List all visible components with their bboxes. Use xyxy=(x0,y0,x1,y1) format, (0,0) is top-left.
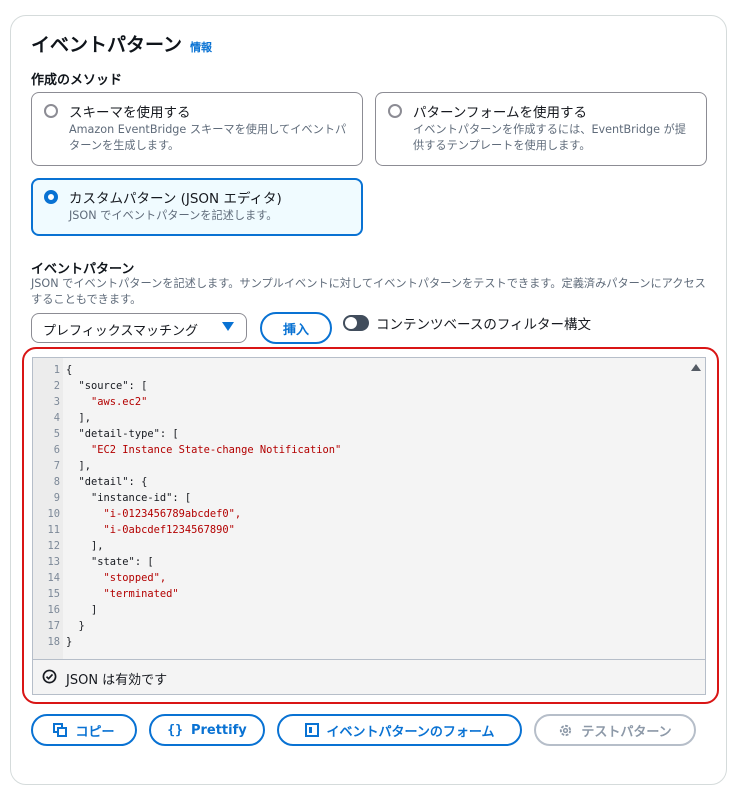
option-tile-pattern-form[interactable]: パターンフォームを使用する イベントパターンを作成するには、EventBridg… xyxy=(375,92,707,166)
code-text: ], xyxy=(66,540,104,552)
line-number: 3 xyxy=(53,396,60,408)
code-line: 14 "stopped", xyxy=(33,570,166,586)
code-line: 12 ], xyxy=(33,538,104,554)
copy-label: コピー xyxy=(75,724,115,740)
code-line: 10 "i-0123456789abcdef0", xyxy=(33,506,241,522)
option-description-pattern-form: イベントパターンを作成するには、EventBridge が提供するテンプレートを… xyxy=(413,123,686,152)
line-number: 11 xyxy=(47,524,60,536)
line-number: 10 xyxy=(47,508,60,520)
line-number: 18 xyxy=(47,636,60,648)
title-row: イベントパターン 情報 xyxy=(31,30,212,57)
test-pattern-label: テストパターン xyxy=(581,724,672,740)
code-line: 5 "detail-type": [ xyxy=(33,426,179,442)
info-link[interactable]: 情報 xyxy=(190,39,212,55)
code-text: } xyxy=(66,636,73,648)
braces-icon: {} xyxy=(167,722,183,738)
creation-method-label: 作成のメソッド xyxy=(31,73,123,88)
validation-status: JSON は有効です xyxy=(66,673,168,688)
form-icon xyxy=(304,723,319,737)
content-filter-toggle-label: コンテンツベースのフィルター構文 xyxy=(376,317,592,333)
prettify-label: Prettify xyxy=(190,722,247,738)
insert-button[interactable]: 挿入 xyxy=(260,312,332,344)
option-description-schema: Amazon EventBridge スキーマを使用してイベントパターンを生成し… xyxy=(69,123,347,152)
select-value: プレフィックスマッチング xyxy=(43,324,198,339)
code-line: 7 ], xyxy=(33,458,91,474)
radio-pattern-form[interactable] xyxy=(388,104,402,118)
code-line: 2 "source": [ xyxy=(33,378,148,394)
code-line: 11 "i-0abcdef1234567890" xyxy=(33,522,235,538)
code-line: 4 ], xyxy=(33,410,91,426)
code-line: 8 "detail": { xyxy=(33,474,148,490)
copy-icon xyxy=(53,723,68,737)
line-number: 9 xyxy=(53,492,60,504)
code-line: 15 "terminated" xyxy=(33,586,179,602)
copy-button[interactable]: コピー xyxy=(31,714,137,746)
caret-down-icon xyxy=(222,322,234,331)
code-line: 6 "EC2 Instance State-change Notificatio… xyxy=(33,442,342,458)
code-text: "state": [ xyxy=(66,556,154,568)
prefix-matching-select[interactable]: プレフィックスマッチング xyxy=(31,313,247,343)
line-number: 15 xyxy=(47,588,60,600)
code-text: "i-0abcdef1234567890" xyxy=(66,524,235,536)
code-line: 13 "state": [ xyxy=(33,554,154,570)
line-number: 7 xyxy=(53,460,60,472)
content-filter-toggle[interactable] xyxy=(343,315,369,331)
code-text: ] xyxy=(66,604,98,616)
line-number: 16 xyxy=(47,604,60,616)
json-editor[interactable]: 1{2 "source": [3 "aws.ec2" 4 ], 5 "detail-… xyxy=(32,357,706,659)
check-circle-icon xyxy=(42,669,57,684)
line-number: 4 xyxy=(53,412,60,424)
code-text: "source": [ xyxy=(66,380,148,392)
line-number: 5 xyxy=(53,428,60,440)
code-text: "detail-type": [ xyxy=(66,428,179,440)
line-number: 6 xyxy=(53,444,60,456)
option-tile-schema[interactable]: スキーマを使用する Amazon EventBridge スキーマを使用してイベ… xyxy=(31,92,363,166)
code-line: 18} xyxy=(33,634,72,650)
pattern-form-button[interactable]: イベントパターンのフォーム xyxy=(277,714,522,746)
prettify-button[interactable]: {} Prettify xyxy=(149,714,265,746)
scroll-up-icon[interactable] xyxy=(691,364,701,371)
code-text: "EC2 Instance State-change Notification" xyxy=(66,444,342,456)
code-line: 16 ] xyxy=(33,602,97,618)
event-pattern-description: JSON でイベントパターンを記述します。サンプルイベントに対してイベントパター… xyxy=(31,277,706,306)
option-description-custom-json: JSON でイベントパターンを記述します。 xyxy=(69,209,278,222)
code-line: 9 "instance-id": [ xyxy=(33,490,191,506)
line-number: 13 xyxy=(47,556,60,568)
code-text: ], xyxy=(66,412,92,424)
code-line: 3 "aws.ec2" xyxy=(33,394,148,410)
code-line: 1{ xyxy=(33,362,73,378)
radio-custom-json[interactable] xyxy=(44,190,58,204)
line-number: 2 xyxy=(53,380,60,392)
option-title-schema: スキーマを使用する xyxy=(69,105,191,121)
code-text: } xyxy=(66,620,85,632)
line-number: 12 xyxy=(47,540,60,552)
line-number: 8 xyxy=(53,476,60,488)
toggle-knob xyxy=(345,317,357,329)
pattern-form-label: イベントパターンのフォーム xyxy=(326,724,495,740)
line-number: 1 xyxy=(53,364,60,376)
option-title-pattern-form: パターンフォームを使用する xyxy=(413,105,588,121)
page-title: イベントパターン xyxy=(31,34,183,56)
code-text: "terminated" xyxy=(66,588,179,600)
code-text: "detail": { xyxy=(66,476,148,488)
code-text: ], xyxy=(66,460,92,472)
gear-icon xyxy=(558,723,573,738)
code-text: "i-0123456789abcdef0", xyxy=(66,508,242,520)
event-pattern-label: イベントパターン xyxy=(31,262,135,277)
line-number: 14 xyxy=(47,572,60,584)
editor-status-bar: JSON は有効です xyxy=(32,659,706,695)
option-tile-custom-json[interactable]: カスタムパターン (JSON エディタ) JSON でイベントパターンを記述しま… xyxy=(31,178,363,236)
code-text: { xyxy=(66,364,73,376)
option-title-custom-json: カスタムパターン (JSON エディタ) xyxy=(69,191,282,207)
line-number: 17 xyxy=(47,620,60,632)
code-text: "stopped", xyxy=(66,572,167,584)
radio-schema[interactable] xyxy=(44,104,58,118)
code-text: "aws.ec2" xyxy=(66,396,148,408)
code-text: "instance-id": [ xyxy=(66,492,192,504)
test-pattern-button[interactable]: テストパターン xyxy=(534,714,696,746)
code-line: 17 } xyxy=(33,618,85,634)
